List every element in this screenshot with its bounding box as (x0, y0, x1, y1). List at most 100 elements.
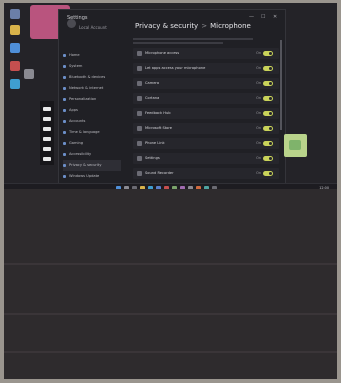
sidebar-item-home[interactable]: Home (63, 50, 121, 61)
toggle-state: On (256, 171, 261, 175)
desktop-edge-icon[interactable] (10, 43, 20, 53)
settings-window: Settings Local Account — ☐ ✕ Privacy & s… (58, 9, 286, 194)
sidebar-item-label: Bluetooth & devices (69, 75, 106, 79)
toggle-switch[interactable] (263, 156, 273, 161)
toggle-state: On (256, 156, 261, 160)
desktop: Settings Local Account — ☐ ✕ Privacy & s… (4, 3, 337, 194)
sidebar-item-time-language[interactable]: Time & language (63, 127, 121, 138)
desktop-app-icon[interactable] (10, 79, 20, 89)
description-line (133, 38, 253, 40)
setting-label: Settings (145, 156, 160, 160)
update-icon (63, 175, 66, 178)
toggle-state: On (256, 81, 261, 85)
sidebar-item-label: Network & internet (69, 86, 104, 90)
setting-label: Microphone access (145, 51, 180, 55)
setting-row[interactable]: Feedback Hub On (133, 108, 279, 119)
setting-row[interactable]: Settings On (133, 153, 279, 164)
sidebar-item-network[interactable]: Network & internet (63, 83, 121, 94)
microphone-icon (137, 51, 142, 56)
sidebar-item-label: Accessibility (69, 152, 92, 156)
sidebar-item-label: Home (69, 53, 80, 57)
key[interactable] (43, 117, 51, 121)
setting-row[interactable]: Microsoft Store On (133, 123, 279, 134)
key[interactable] (43, 137, 51, 141)
toggle-state: On (256, 66, 261, 70)
close-button[interactable]: ✕ (273, 14, 277, 20)
desktop-app-icon[interactable] (24, 69, 34, 79)
toggle-switch[interactable] (263, 126, 273, 131)
toggle-switch[interactable] (263, 51, 273, 56)
desktop-folder-icon[interactable] (10, 25, 20, 35)
setting-row[interactable]: Microphone access On (133, 48, 279, 59)
toggle-switch[interactable] (263, 96, 273, 101)
setting-row[interactable]: Phone Link On (133, 138, 279, 149)
toggle-state: On (256, 96, 261, 100)
phone-icon (137, 141, 142, 146)
setting-row[interactable]: Let apps access your microphone On (133, 63, 279, 74)
brush-icon (63, 98, 66, 101)
photo-frame: Settings Local Account — ☐ ✕ Privacy & s… (4, 3, 337, 379)
sidebar-item-system[interactable]: System (63, 61, 121, 72)
sidebar-item-windows-update[interactable]: Windows Update (63, 171, 121, 182)
sidebar-item-apps[interactable]: Apps (63, 105, 121, 116)
settings-content: Microphone access On Let apps access your… (133, 36, 279, 194)
sidebar-item-label: Privacy & security (69, 163, 102, 167)
setting-label: Camera (145, 81, 160, 85)
toggle-state: On (256, 126, 261, 130)
blurred-lower-area (4, 189, 337, 379)
sidebar-item-bluetooth[interactable]: Bluetooth & devices (63, 72, 121, 83)
account-name: Local Account (79, 25, 107, 30)
widget-tile[interactable] (284, 134, 307, 157)
camera-icon (137, 81, 142, 86)
sidebar-item-personalization[interactable]: Personalization (63, 94, 121, 105)
maximize-button[interactable]: ☐ (261, 14, 265, 20)
setting-label: Microsoft Store (145, 126, 172, 130)
onscreen-keys (40, 101, 54, 165)
window-title: Settings (67, 15, 88, 21)
sidebar-item-label: Time & language (69, 130, 100, 134)
system-icon (63, 65, 66, 68)
sidebar-nav: Home System Bluetooth & devices Network … (63, 50, 121, 182)
clock-icon (63, 131, 66, 134)
sidebar-item-label: Accounts (69, 119, 86, 123)
page-title: Microphone (210, 22, 251, 30)
setting-label: Phone Link (145, 141, 165, 145)
sidebar-item-accessibility[interactable]: Accessibility (63, 149, 121, 160)
shield-icon (63, 164, 66, 167)
key[interactable] (43, 127, 51, 131)
breadcrumb-separator: > (201, 22, 208, 30)
apps-icon (63, 109, 66, 112)
widget-image (289, 140, 301, 150)
desktop-app-icon[interactable] (10, 61, 20, 71)
breadcrumb-parent[interactable]: Privacy & security (135, 22, 198, 30)
description-line (133, 42, 223, 44)
toggle-switch[interactable] (263, 66, 273, 71)
toggle-switch[interactable] (263, 111, 273, 116)
person-icon (63, 120, 66, 123)
store-icon (137, 126, 142, 131)
scrollbar[interactable] (280, 40, 282, 130)
setting-label: Cortana (145, 96, 160, 100)
toggle-state: On (256, 111, 261, 115)
minimize-button[interactable]: — (249, 14, 254, 20)
toggle-switch[interactable] (263, 81, 273, 86)
sidebar-item-gaming[interactable]: Gaming (63, 138, 121, 149)
sidebar-item-privacy[interactable]: Privacy & security (63, 160, 121, 171)
bluetooth-icon (63, 76, 66, 79)
key[interactable] (43, 147, 51, 151)
setting-row[interactable]: Camera On (133, 78, 279, 89)
sidebar-item-label: Windows Update (69, 174, 100, 178)
sidebar-item-accounts[interactable]: Accounts (63, 116, 121, 127)
sidebar-item-label: Personalization (69, 97, 97, 101)
key[interactable] (43, 157, 51, 161)
toggle-state: On (256, 141, 261, 145)
feedback-icon (137, 111, 142, 116)
setting-row[interactable]: Sound Recorder On (133, 168, 279, 179)
toggle-switch[interactable] (263, 171, 273, 176)
toggle-switch[interactable] (263, 141, 273, 146)
setting-row[interactable]: Cortana On (133, 93, 279, 104)
desktop-recycle-bin-icon[interactable] (10, 9, 20, 19)
key[interactable] (43, 107, 51, 111)
scan-band (4, 351, 337, 353)
breadcrumb: Privacy & security > Microphone (135, 22, 251, 30)
